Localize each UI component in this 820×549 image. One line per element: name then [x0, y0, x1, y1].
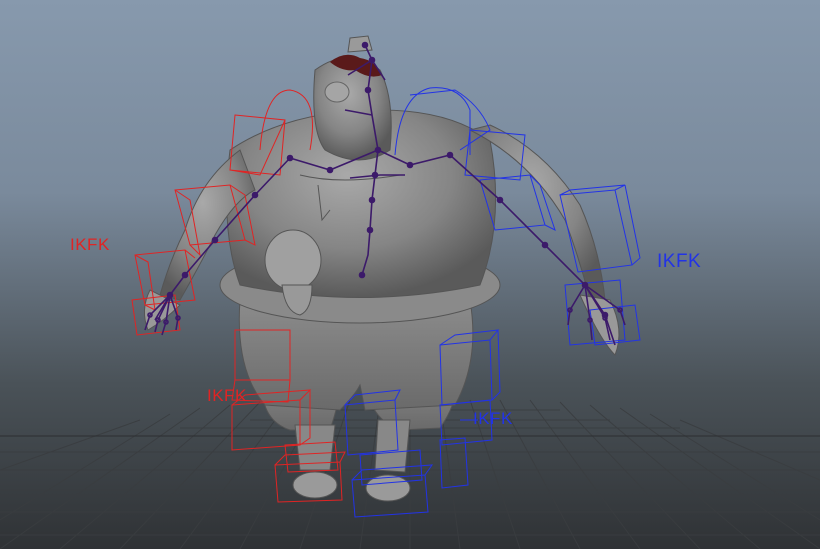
nose-mesh — [324, 81, 350, 103]
character-mesh[interactable] — [144, 35, 620, 502]
right-leg-ikfk-switch[interactable]: IKFK — [473, 409, 513, 429]
maya-3d-viewport[interactable]: IKFK IKFK IKFK IKFK — [0, 0, 820, 549]
right-arm-ikfk-switch[interactable]: IKFK — [657, 251, 701, 273]
viewport-scene[interactable] — [0, 0, 820, 549]
left-foot-mesh — [292, 471, 338, 499]
left-arm-ikfk-switch[interactable]: IKFK — [70, 235, 110, 255]
right-foot-control[interactable] — [439, 437, 469, 489]
left-leg-ikfk-switch[interactable]: IKFK — [207, 386, 247, 406]
held-object-mesh — [264, 229, 322, 291]
right-hand-mesh — [579, 294, 620, 356]
right-shin-mesh — [374, 419, 411, 473]
hat-mesh — [347, 35, 373, 53]
